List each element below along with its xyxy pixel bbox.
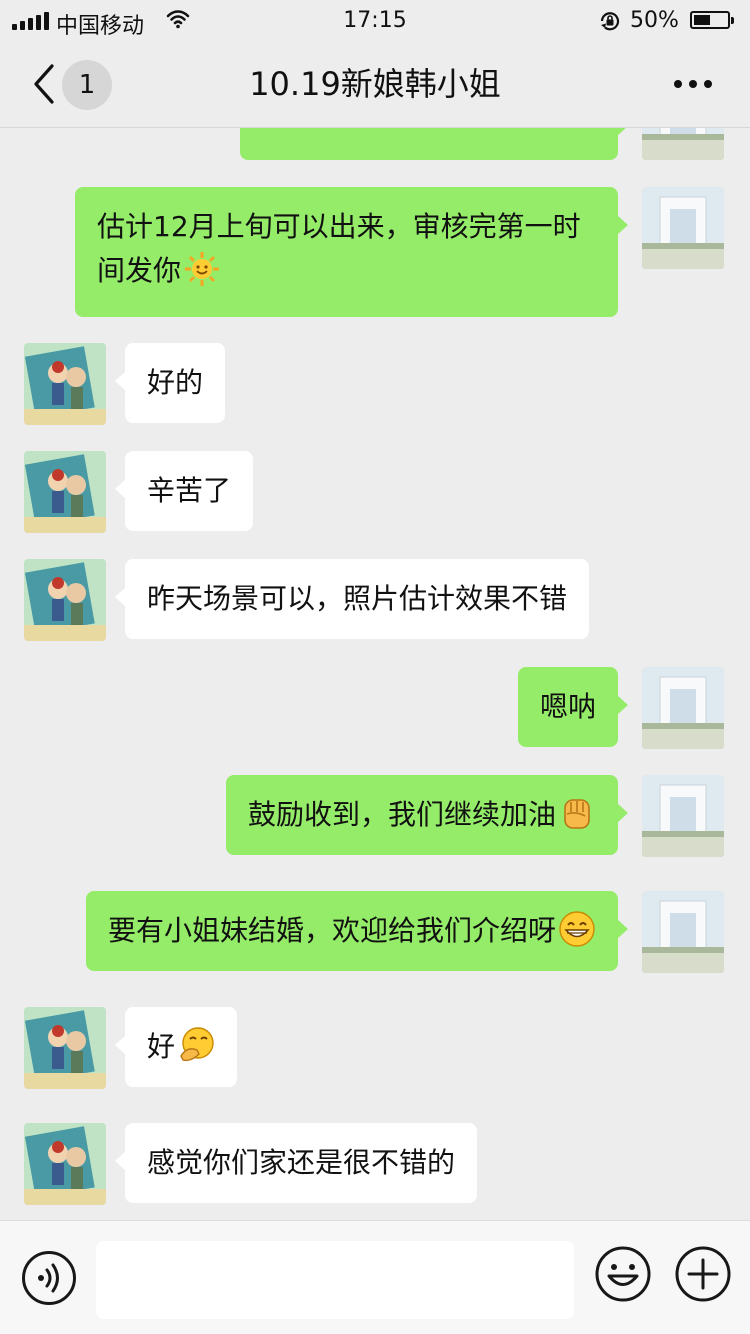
message-text: 要有小姐妹结婚，欢迎给我们介绍呀 bbox=[107, 914, 556, 947]
plus-icon[interactable] bbox=[674, 1245, 732, 1303]
message-bubble[interactable]: 好的 bbox=[114, 343, 226, 423]
smiley-icon[interactable] bbox=[594, 1245, 652, 1303]
message-text: 辛苦了 bbox=[147, 474, 232, 507]
battery-percent: 50% bbox=[630, 8, 679, 33]
rotation-lock-icon bbox=[600, 12, 620, 31]
message-bubble[interactable]: 估计12月上旬可以出来，审核完第一时 间发你 bbox=[75, 187, 628, 317]
battery-icon bbox=[690, 11, 734, 29]
status-bar: 中国移动 17:15 50% bbox=[0, 0, 750, 42]
my-avatar[interactable] bbox=[642, 128, 724, 160]
message-text: 好的 bbox=[147, 366, 204, 399]
my-avatar[interactable] bbox=[642, 667, 724, 749]
voice-icon[interactable] bbox=[22, 1251, 76, 1305]
message-input[interactable] bbox=[96, 1241, 574, 1319]
my-avatar[interactable] bbox=[642, 187, 724, 269]
message-text: 感觉你们家还是很不错的 bbox=[147, 1146, 456, 1179]
chat-header: 1 10.19新娘韩小姐 bbox=[0, 42, 750, 128]
message-text: 昨天场景可以，照片估计效果不错 bbox=[147, 582, 568, 615]
message-text: 好 bbox=[147, 1030, 176, 1063]
thinking-emoji-icon bbox=[180, 1027, 214, 1062]
chat-title: 10.19新娘韩小姐 bbox=[249, 65, 501, 103]
message-bubble[interactable]: 鼓励收到，我们继续加油 bbox=[225, 775, 629, 855]
message-text: 鼓励收到，我们继续加油 bbox=[247, 798, 556, 831]
contact-avatar[interactable] bbox=[24, 1123, 106, 1205]
contact-avatar[interactable] bbox=[24, 343, 106, 425]
my-avatar[interactable] bbox=[642, 775, 724, 857]
contact-avatar[interactable] bbox=[24, 559, 106, 641]
contact-avatar[interactable] bbox=[24, 451, 106, 533]
sun-emoji-icon bbox=[185, 252, 220, 286]
message-bubble-cropped[interactable] bbox=[240, 128, 628, 160]
message-text: 估计12月上旬可以出来，审核完第一时 bbox=[97, 210, 581, 243]
message-bubble[interactable]: 要有小姐妹结婚，欢迎给我们介绍呀 bbox=[85, 891, 629, 971]
message-input-bar bbox=[0, 1220, 750, 1334]
message-text: 间发你 bbox=[97, 254, 182, 287]
my-avatar[interactable] bbox=[642, 891, 724, 973]
message-text: 嗯呐 bbox=[539, 690, 596, 723]
message-list[interactable]: 估计12月上旬可以出来，审核完第一时 间发你 好的 辛苦了 昨天场景可以，照片估… bbox=[0, 128, 750, 1220]
message-bubble[interactable]: 嗯呐 bbox=[517, 667, 629, 747]
fist-emoji-icon bbox=[564, 799, 590, 829]
more-dots-icon[interactable] bbox=[674, 74, 718, 94]
message-bubble[interactable]: 昨天场景可以，照片估计效果不错 bbox=[114, 559, 590, 639]
contact-avatar[interactable] bbox=[24, 1007, 106, 1089]
message-bubble[interactable]: 辛苦了 bbox=[114, 451, 254, 531]
message-bubble[interactable]: 感觉你们家还是很不错的 bbox=[114, 1123, 478, 1203]
message-bubble[interactable]: 好 bbox=[114, 1007, 238, 1087]
grin-emoji-icon bbox=[559, 911, 595, 947]
